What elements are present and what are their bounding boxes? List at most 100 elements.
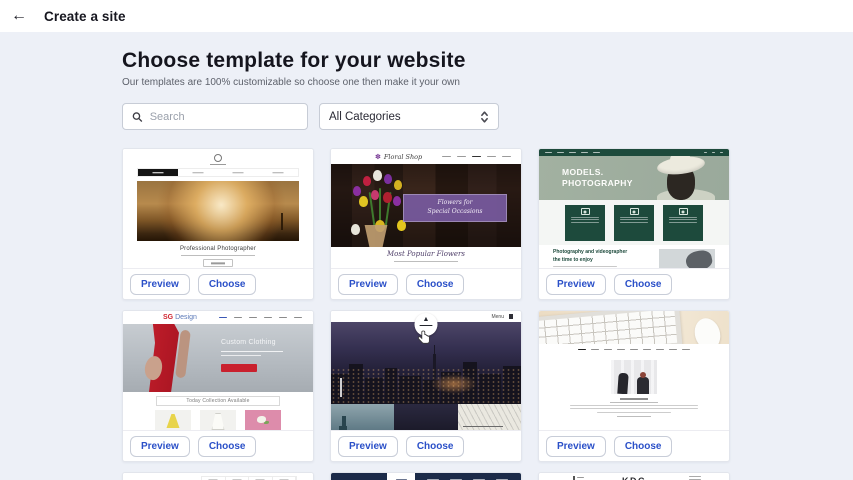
computer-mouse <box>691 315 724 344</box>
preview-button[interactable]: Preview <box>546 436 606 457</box>
feature-tile <box>565 205 605 241</box>
choose-button[interactable]: Choose <box>614 274 673 295</box>
search-box[interactable] <box>122 103 308 130</box>
subheading: Our templates are 100% customizable so c… <box>122 77 730 88</box>
hero-headline: Custom Clothing <box>221 339 276 346</box>
section-title: Photography and videographer the time to… <box>553 249 627 264</box>
category-select[interactable]: All Categories <box>319 103 499 130</box>
feature-tiles <box>539 200 729 245</box>
template-navbar: ✽ Floral Shop <box>331 149 521 164</box>
template-navbar <box>539 344 729 355</box>
template-navbar: SG Design <box>123 311 313 324</box>
template-thumbnail-floral-shop[interactable]: ✽ Floral Shop <box>331 149 521 269</box>
template-thumbnail-models-photography[interactable]: MODELS. PHOTOGRAPHY <box>539 149 729 269</box>
card-actions: Preview Choose <box>123 269 313 300</box>
template-card-partial-kdc: KDC <box>538 472 730 480</box>
template-thumbnail-partial-navy[interactable] <box>331 473 521 480</box>
preview-button[interactable]: Preview <box>338 436 398 457</box>
template-cta-button <box>203 259 233 267</box>
sunset-field-photo <box>137 181 299 241</box>
template-thumbnail-sg-design[interactable]: SG Design Custom Clothing <box>123 311 313 431</box>
template-thumbnail-partial-kdc[interactable]: KDC <box>539 473 729 480</box>
product-white-dress <box>200 410 236 430</box>
template-card-partial-light <box>122 472 314 480</box>
filter-controls: All Categories <box>122 103 730 130</box>
sun-hat <box>656 156 706 177</box>
template-card-business-office: Preview Choose <box>538 310 730 462</box>
choose-button[interactable]: Choose <box>406 274 465 295</box>
preview-button[interactable]: Preview <box>130 436 190 457</box>
template-thumbnail-photographer[interactable]: Professional Photographer <box>123 149 313 269</box>
template-thumbnail-business-office[interactable] <box>539 311 729 431</box>
template-logo-mark <box>214 154 222 162</box>
template-thumbnail-partial-light[interactable] <box>123 473 313 480</box>
search-input[interactable] <box>150 111 298 123</box>
card-actions: Preview Choose <box>123 431 313 462</box>
night-sky-thumb <box>394 404 457 431</box>
feature-tile <box>614 205 654 241</box>
card-actions: Preview Choose <box>539 269 729 300</box>
red-dress-hero-photo: Custom Clothing <box>123 324 313 392</box>
sg-design-logo: SG Design <box>163 314 197 321</box>
mouse-pointer-cursor <box>417 330 431 351</box>
template-card-sg-design: SG Design Custom Clothing <box>122 310 314 462</box>
feature-tile <box>663 205 703 241</box>
template-navbar <box>201 476 297 480</box>
collection-banner: Today Collection Available <box>156 396 280 406</box>
search-icon <box>132 111 143 123</box>
navy-logo-block <box>331 473 387 480</box>
template-navbar <box>137 168 299 177</box>
vase <box>361 225 391 247</box>
template-card-partial-navy <box>330 472 522 480</box>
photo-icon <box>630 208 639 215</box>
preview-button[interactable]: Preview <box>338 274 398 295</box>
template-thumbnail-city-new-york[interactable]: Menu ▲ <box>331 311 521 431</box>
hero-text-block <box>340 379 342 397</box>
hero-headline: MODELS. PHOTOGRAPHY <box>562 167 633 189</box>
keyboard <box>539 311 683 344</box>
page-title: Create a site <box>44 9 126 24</box>
choose-button[interactable]: Choose <box>198 274 257 295</box>
back-arrow-icon[interactable]: ← <box>11 8 27 24</box>
preview-button[interactable]: Preview <box>130 274 190 295</box>
template-card-models-photography: MODELS. PHOTOGRAPHY <box>538 148 730 300</box>
map-sketch-thumb <box>458 404 521 431</box>
hero-text-panel: Flowers for Special Occasions <box>403 194 507 222</box>
product-thumbnails <box>123 410 313 430</box>
create-site-screen: ← Create a site Choose template for your… <box>0 0 853 480</box>
section-title: Most Popular Flowers <box>331 250 521 258</box>
template-grid: Professional Photographer Preview Choose… <box>122 148 730 480</box>
flower-icon: ✽ <box>375 154 381 161</box>
card-actions: Preview Choose <box>331 269 521 300</box>
product-accessory <box>245 410 281 430</box>
choose-button[interactable]: Choose <box>198 436 257 457</box>
floral-logo: ✽ Floral Shop <box>375 153 422 161</box>
template-card-photographer: Professional Photographer Preview Choose <box>122 148 314 300</box>
menu-icon <box>509 314 514 319</box>
person-icon <box>581 208 590 215</box>
hero-cta-button <box>221 364 257 372</box>
template-navbar <box>539 149 729 156</box>
preview-button[interactable]: Preview <box>546 274 606 295</box>
template-headline: Professional Photographer <box>123 246 313 252</box>
gallery-thumbnails <box>331 404 521 431</box>
portrait-photo <box>659 249 715 269</box>
main-content: Choose template for your website Our tem… <box>0 32 730 480</box>
mountain-icon: ▲ <box>415 316 438 323</box>
choose-button[interactable]: Choose <box>614 436 673 457</box>
model-hero-photo: MODELS. PHOTOGRAPHY <box>539 156 729 200</box>
tulip-bouquet-photo: Flowers for Special Occasions <box>331 164 521 247</box>
card-actions: Preview Choose <box>331 431 521 462</box>
template-card-floral-shop: ✽ Floral Shop <box>330 148 522 300</box>
choose-button[interactable]: Choose <box>406 436 465 457</box>
heading: Choose template for your website <box>122 49 730 73</box>
product-yellow-dress <box>155 410 191 430</box>
menu-label: Menu <box>491 314 504 320</box>
template-card-city-new-york: Menu ▲ <box>330 310 522 462</box>
statue-of-liberty-thumb <box>331 404 394 431</box>
office-team-photo <box>611 360 657 394</box>
category-select-value: All Categories <box>329 111 401 123</box>
template-navbar <box>331 473 521 480</box>
chevron-up-down-icon <box>480 110 489 124</box>
camera-icon <box>679 208 688 215</box>
